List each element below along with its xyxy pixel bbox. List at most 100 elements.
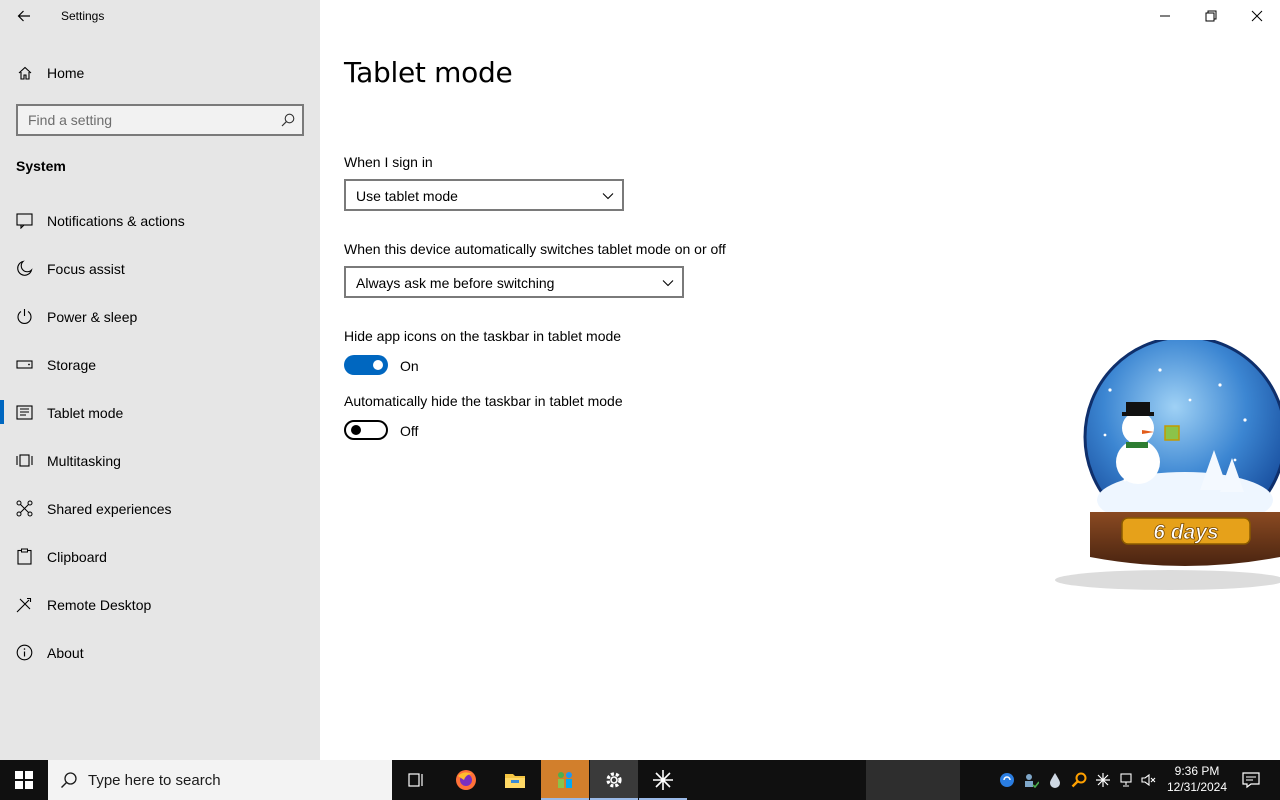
home-label: Home <box>47 65 85 81</box>
sidebar-item-label: Storage <box>47 357 97 373</box>
tablet-icon <box>16 405 33 420</box>
auto-hide-label: Automatically hide the taskbar in tablet… <box>344 393 623 409</box>
moon-icon <box>17 260 33 276</box>
tray-app-icon[interactable] <box>998 770 1016 790</box>
close-button[interactable] <box>1234 0 1280 32</box>
file-explorer-taskbar-button[interactable] <box>491 760 539 800</box>
gear-icon <box>606 772 622 788</box>
folder-icon <box>505 774 525 788</box>
app-people-icon <box>558 772 572 788</box>
taskbar: Type here to search 9:36 PM 12/31/2024 <box>0 760 1280 800</box>
sidebar-item-storage[interactable]: Storage <box>0 340 320 388</box>
system-nav-list: Notifications & actions Focus assist Pow… <box>0 196 320 676</box>
snowflake-icon <box>1096 773 1110 787</box>
tray-people-icon-button[interactable] <box>1022 770 1040 790</box>
start-button[interactable] <box>0 760 48 800</box>
sidebar-item-multitasking[interactable]: Multitasking <box>0 436 320 484</box>
tray-drop-button[interactable] <box>1046 770 1064 790</box>
storage-icon <box>16 360 33 369</box>
restore-button[interactable] <box>1188 0 1234 32</box>
sidebar-item-label: Shared experiences <box>47 501 172 517</box>
section-title: System <box>16 158 66 174</box>
app-title: Settings <box>61 9 105 23</box>
home-nav-item[interactable]: Home <box>0 58 320 88</box>
clock-time: 9:36 PM <box>1174 764 1220 778</box>
sidebar-item-label: Tablet mode <box>47 405 124 421</box>
snow-globe-graphic: 6 days <box>1055 335 1280 590</box>
sidebar-item-notifications[interactable]: Notifications & actions <box>0 196 320 244</box>
snow-globe-widget[interactable]: 6 days <box>1050 335 1280 595</box>
auto-hide-toggle[interactable] <box>344 420 388 440</box>
search-icon[interactable] <box>281 113 295 127</box>
desktop-wallpaper-strip <box>866 760 960 800</box>
taskbar-clock[interactable]: 9:36 PM 12/31/2024 <box>1160 763 1234 795</box>
clipboard-icon <box>17 548 32 565</box>
tray-snowflake-button[interactable] <box>1094 770 1112 790</box>
close-icon <box>1251 10 1263 22</box>
sidebar-item-label: Clipboard <box>47 549 107 565</box>
notifications-icon <box>16 213 33 229</box>
sign-in-dropdown[interactable]: Use tablet mode <box>344 179 624 211</box>
sidebar-item-shared-experiences[interactable]: Shared experiences <box>0 484 320 532</box>
home-icon <box>18 66 32 80</box>
taskbar-search[interactable]: Type here to search <box>48 760 392 800</box>
auto-hide-state: Off <box>400 423 419 439</box>
search-icon <box>61 772 77 788</box>
find-setting-input[interactable] <box>18 106 268 134</box>
windows-logo-icon <box>15 771 33 789</box>
sidebar-item-label: Notifications & actions <box>47 213 185 229</box>
people-icon <box>1025 774 1039 788</box>
hide-icons-state: On <box>400 358 419 374</box>
snowflake-icon <box>653 770 673 790</box>
action-center-button[interactable] <box>1236 760 1266 800</box>
sidebar-item-label: About <box>47 645 84 661</box>
sidebar-item-label: Remote Desktop <box>47 597 152 613</box>
clock-date: 12/31/2024 <box>1166 780 1228 794</box>
task-view-icon <box>408 773 423 787</box>
taskbar-search-placeholder: Type here to search <box>88 772 221 789</box>
back-arrow-icon <box>17 10 30 22</box>
countdown-text: 6 days <box>1153 521 1218 544</box>
multitasking-icon <box>16 454 33 467</box>
tray-search-button[interactable] <box>1070 770 1088 790</box>
sidebar-item-power-sleep[interactable]: Power & sleep <box>0 292 320 340</box>
sidebar-item-about[interactable]: About <box>0 628 320 676</box>
auto-switch-value: Always ask me before switching <box>356 275 555 291</box>
sidebar-item-tablet-mode[interactable]: Tablet mode <box>0 388 320 436</box>
network-button[interactable] <box>1118 770 1136 790</box>
toggle-knob <box>351 425 361 435</box>
sidebar-item-clipboard[interactable]: Clipboard <box>0 532 320 580</box>
auto-switch-label: When this device automatically switches … <box>344 241 726 257</box>
snowflake-taskbar-button[interactable] <box>639 760 687 800</box>
blue-circle-icon <box>1000 773 1014 787</box>
sidebar-item-focus-assist[interactable]: Focus assist <box>0 244 320 292</box>
chevron-down-icon <box>662 280 674 287</box>
power-icon <box>17 309 32 325</box>
hide-icons-label: Hide app icons on the taskbar in tablet … <box>344 328 622 344</box>
back-button[interactable] <box>12 4 36 28</box>
firefox-taskbar-button[interactable] <box>442 760 490 800</box>
settings-taskbar-button[interactable] <box>590 760 638 800</box>
page-title: Tablet mode <box>344 56 513 89</box>
magnifier-icon <box>1071 772 1087 788</box>
sidebar-item-remote-desktop[interactable]: Remote Desktop <box>0 580 320 628</box>
sidebar-item-label: Focus assist <box>47 261 125 277</box>
auto-switch-dropdown[interactable]: Always ask me before switching <box>344 266 684 298</box>
sidebar: Settings Home System Notifications & act… <box>0 0 320 760</box>
water-drop-icon <box>1050 773 1060 788</box>
sign-in-label: When I sign in <box>344 154 433 170</box>
app-taskbar-button[interactable] <box>541 760 589 800</box>
firefox-icon <box>456 770 476 790</box>
volume-button[interactable] <box>1140 770 1158 790</box>
hide-icons-toggle[interactable] <box>344 355 388 375</box>
minimize-button[interactable] <box>1142 0 1188 32</box>
notification-center-icon <box>1242 772 1260 789</box>
sidebar-item-label: Multitasking <box>47 453 121 469</box>
network-icon <box>1120 773 1132 787</box>
restore-icon <box>1205 10 1217 22</box>
sidebar-item-label: Power & sleep <box>47 309 138 325</box>
remote-desktop-icon <box>16 597 32 613</box>
info-icon <box>16 644 33 661</box>
task-view-button[interactable] <box>392 760 440 800</box>
shared-experiences-icon <box>16 500 33 517</box>
